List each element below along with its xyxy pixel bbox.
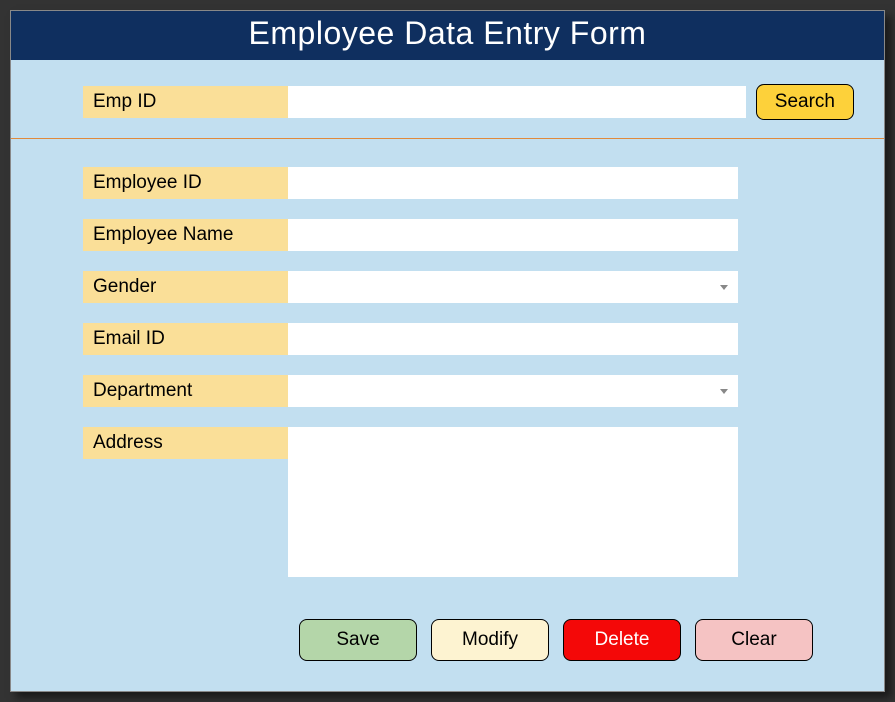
form-area: Employee ID Employee Name Gender Email I… (11, 139, 884, 619)
delete-button[interactable]: Delete (563, 619, 681, 661)
gender-select[interactable] (288, 271, 738, 303)
employee-name-input[interactable] (288, 219, 738, 251)
search-button[interactable]: Search (756, 84, 854, 120)
save-button[interactable]: Save (299, 619, 417, 661)
employee-form-window: Employee Data Entry Form Emp ID Search E… (10, 10, 885, 692)
email-id-label: Email ID (83, 323, 288, 355)
employee-name-row: Employee Name (83, 219, 854, 251)
email-id-input[interactable] (288, 323, 738, 355)
button-row: Save Modify Delete Clear (299, 619, 884, 691)
department-select[interactable] (288, 375, 738, 407)
gender-label: Gender (83, 271, 288, 303)
chevron-down-icon (720, 285, 728, 290)
gender-row: Gender (83, 271, 854, 303)
address-row: Address (83, 427, 854, 577)
address-label: Address (83, 427, 288, 459)
department-row: Department (83, 375, 854, 407)
emp-id-search-input[interactable] (288, 86, 746, 118)
chevron-down-icon (720, 389, 728, 394)
employee-name-label: Employee Name (83, 219, 288, 251)
employee-id-label: Employee ID (83, 167, 288, 199)
emp-id-search-label: Emp ID (83, 86, 288, 118)
modify-button[interactable]: Modify (431, 619, 549, 661)
clear-button[interactable]: Clear (695, 619, 813, 661)
employee-id-row: Employee ID (83, 167, 854, 199)
search-row: Emp ID Search (11, 60, 884, 139)
form-title: Employee Data Entry Form (11, 11, 884, 60)
department-label: Department (83, 375, 288, 407)
address-textarea[interactable] (288, 427, 738, 577)
employee-id-input[interactable] (288, 167, 738, 199)
email-id-row: Email ID (83, 323, 854, 355)
